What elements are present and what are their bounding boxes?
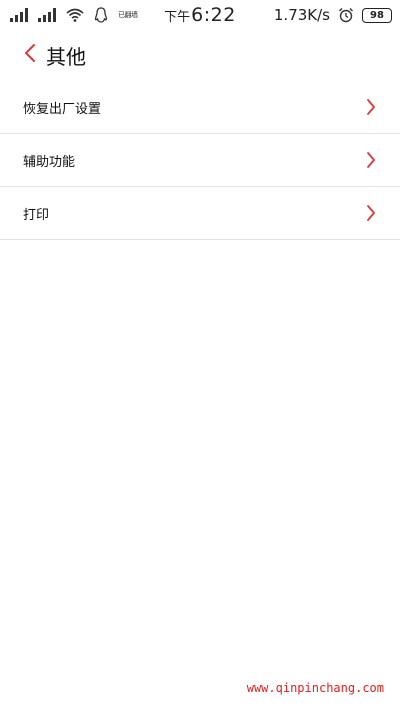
chevron-right-icon (366, 204, 376, 222)
clock-time: 6:22 (191, 4, 236, 26)
status-bar-right: 1.73K/s 98 (274, 6, 392, 24)
signal-icon-secondary (38, 8, 56, 22)
settings-item-print[interactable]: 打印 (0, 187, 400, 240)
settings-item-label: 辅助功能 (23, 154, 76, 170)
back-button[interactable] (20, 40, 40, 70)
status-bar-left: 已翻墙 (10, 7, 138, 23)
settings-item-label: 打印 (23, 207, 50, 223)
battery-indicator: 98 (362, 7, 392, 23)
settings-list: 恢复出厂设置 辅助功能 打印 (0, 81, 400, 240)
page-title: 其他 (46, 44, 86, 69)
page-header: 其他 (0, 34, 400, 76)
status-bar: 已翻墙 下午 6:22 1.73K/s 98 (0, 0, 400, 30)
signal-icon (10, 8, 28, 22)
chevron-right-icon (366, 98, 376, 116)
settings-item-accessibility[interactable]: 辅助功能 (0, 134, 400, 187)
watermark-text: www.qinpinchang.com (246, 681, 384, 695)
chevron-right-icon (366, 151, 376, 169)
chevron-left-icon (24, 43, 36, 67)
time-period: 下午 (164, 9, 191, 25)
settings-item-factory-reset[interactable]: 恢复出厂设置 (0, 81, 400, 134)
network-speed: 1.73K/s (273, 6, 330, 24)
wifi-icon (66, 8, 84, 22)
status-notice-text: 已翻墙 (118, 11, 138, 19)
alarm-clock-icon (338, 7, 354, 23)
qq-penguin-icon (94, 7, 108, 23)
settings-item-label: 恢复出厂设置 (23, 101, 102, 117)
